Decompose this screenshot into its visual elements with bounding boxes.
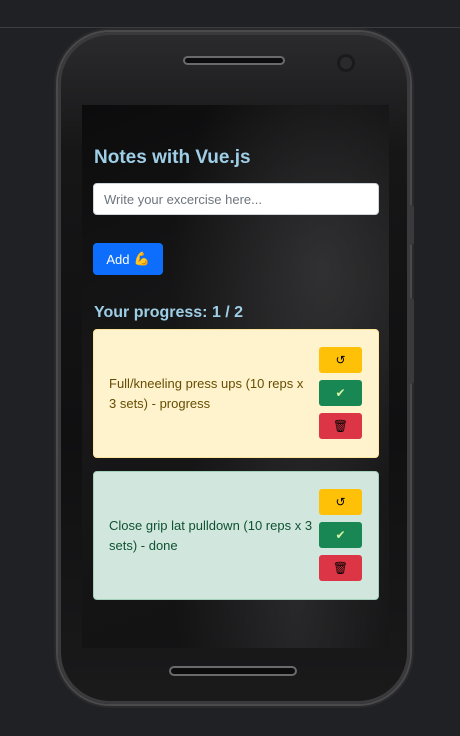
phone-camera — [337, 54, 355, 72]
add-button-label: Add — [106, 251, 130, 267]
check-icon: ✔ — [335, 528, 346, 542]
phone-screen: Notes with Vue.js Add 💪 Your progress: 1… — [82, 105, 389, 648]
check-icon: ✔ — [335, 386, 346, 400]
phone-power-button — [408, 298, 414, 384]
phone-home-bar — [169, 666, 297, 676]
note-actions: ↺ ✔ 🗑 — [319, 347, 362, 439]
note-actions: ↺ ✔ 🗑 — [319, 489, 362, 581]
exercise-input[interactable] — [93, 183, 379, 215]
window-divider — [0, 27, 460, 28]
note-text: Close grip lat pulldown (10 reps x 3 set… — [109, 517, 313, 553]
undo-button[interactable]: ↺ — [319, 347, 362, 373]
phone-volume-button — [408, 205, 414, 245]
progress-label: Your progress: 1 / 2 — [94, 304, 244, 321]
undo-icon: ↺ — [335, 495, 346, 509]
phone-speaker — [183, 56, 285, 65]
mark-done-button[interactable]: ✔ — [319, 380, 362, 406]
note-card: Close grip lat pulldown (10 reps x 3 set… — [93, 471, 379, 600]
flexed-biceps-icon: 💪 — [133, 251, 150, 266]
page-title: Notes with Vue.js — [94, 147, 251, 168]
mark-done-button[interactable]: ✔ — [319, 522, 362, 548]
delete-button[interactable]: 🗑 — [319, 555, 362, 581]
undo-button[interactable]: ↺ — [319, 489, 362, 515]
note-text: Full/kneeling press ups (10 reps x 3 set… — [109, 375, 304, 411]
note-card: Full/kneeling press ups (10 reps x 3 set… — [93, 329, 379, 458]
delete-button[interactable]: 🗑 — [319, 413, 362, 439]
trash-icon: 🗑 — [332, 561, 349, 575]
add-button[interactable]: Add 💪 — [93, 243, 163, 275]
undo-icon: ↺ — [335, 353, 346, 367]
trash-icon: 🗑 — [332, 419, 349, 433]
